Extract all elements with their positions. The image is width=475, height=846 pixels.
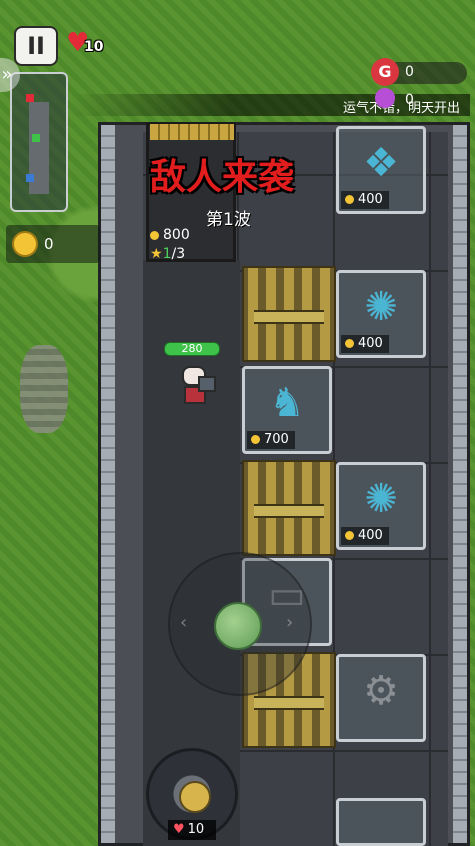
- gold-coin-icon: [12, 231, 38, 257]
- wave-stats: 800 ★1/3: [150, 226, 190, 264]
- g-coin-icon: G: [371, 58, 399, 86]
- tower-slot[interactable]: ✺ 400: [336, 462, 426, 550]
- stars-total: /3: [171, 246, 186, 262]
- price-value: 700: [264, 432, 289, 447]
- gem-currency: 0: [375, 88, 467, 112]
- right-rail: [453, 125, 467, 843]
- joystick-knob[interactable]: [214, 602, 262, 650]
- minimap-enemy-marker: [26, 94, 34, 102]
- star-icon: ★: [150, 246, 163, 262]
- wave-incoming-title: 敌人来袭: [150, 157, 295, 198]
- gold-value: 0: [44, 235, 54, 253]
- chevron-right-icon: ›: [286, 612, 294, 633]
- skill-core-icon: [179, 781, 211, 813]
- gold-counter: 0: [6, 225, 100, 263]
- crystal-icon: ❖: [363, 140, 399, 187]
- coin-icon: [345, 339, 354, 348]
- minimap-player-marker: [32, 134, 40, 142]
- hero-character: [176, 362, 216, 410]
- g-count: 0: [405, 64, 414, 80]
- wave-number: 第1波: [206, 210, 251, 230]
- minimap-base-marker: [26, 174, 34, 182]
- price-value: 400: [358, 336, 383, 351]
- chevron-left-icon: ‹: [180, 612, 188, 633]
- pause-button[interactable]: II: [14, 26, 58, 66]
- wave-reward: 800: [163, 227, 190, 243]
- knight-icon: ♞: [269, 380, 305, 427]
- gem-count: 0: [405, 92, 414, 108]
- slot-price: 700: [247, 431, 295, 449]
- coin-icon: [150, 230, 159, 240]
- tower-slot[interactable]: ♞ 700: [242, 366, 332, 454]
- skill-cost: ♥ 10: [168, 820, 216, 840]
- tower-slot-locked[interactable]: ⚙: [336, 654, 426, 742]
- slot-price: 400: [341, 527, 389, 545]
- barricade-wall: [242, 266, 336, 362]
- hero-hp-bar: 280: [164, 342, 220, 356]
- slot-price: 400: [341, 191, 389, 209]
- gem-icon: [375, 88, 395, 108]
- minimap[interactable]: [10, 72, 68, 212]
- left-rail: [101, 125, 115, 843]
- coin-icon: [251, 435, 260, 444]
- barricade-wall: [242, 460, 336, 556]
- g-currency: G 0: [371, 58, 467, 86]
- gate-frame: [150, 124, 234, 140]
- coin-icon: [345, 195, 354, 204]
- crystal-icon: ✺: [364, 476, 398, 523]
- slot-price: 400: [341, 335, 389, 353]
- hero-gun: [198, 376, 216, 392]
- skull-gear-icon: ⚙: [363, 668, 399, 715]
- tower-slot-locked[interactable]: [336, 798, 426, 846]
- heart-icon: ♥: [173, 822, 185, 837]
- coin-icon: [345, 531, 354, 540]
- tower-slot[interactable]: ✺ 400: [336, 270, 426, 358]
- stone-decoration: [20, 345, 68, 433]
- crystal-icon: ✺: [364, 284, 398, 331]
- tower-slot[interactable]: ❖ 400: [336, 126, 426, 214]
- price-value: 400: [358, 192, 383, 207]
- price-value: 400: [358, 528, 383, 543]
- skill-cost-value: 10: [187, 822, 205, 837]
- lives-count: 10: [84, 39, 104, 55]
